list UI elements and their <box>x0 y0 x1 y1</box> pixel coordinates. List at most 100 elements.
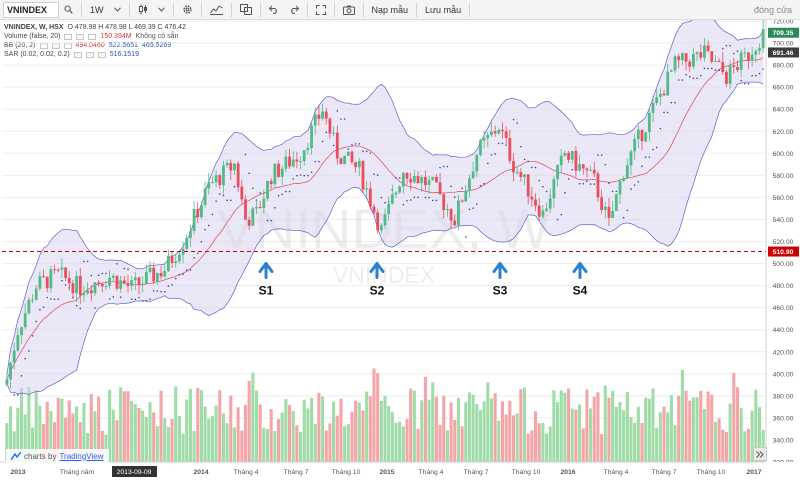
volume-bar <box>155 426 159 462</box>
candle-body <box>611 210 615 219</box>
candle-body <box>761 28 765 49</box>
volume-bar <box>702 408 706 462</box>
candle-body <box>5 379 9 385</box>
candle-body <box>350 151 354 163</box>
candle-body <box>108 277 112 286</box>
sar-dot <box>222 194 225 197</box>
candle-body <box>31 299 34 301</box>
volume-bar <box>302 399 306 462</box>
volume-bar <box>504 414 508 462</box>
volume-bar <box>706 391 710 462</box>
compare-icon[interactable] <box>235 2 257 18</box>
candle-body <box>354 162 358 168</box>
time-axis-label: 2015 <box>379 469 394 476</box>
settings-gear-icon[interactable] <box>177 2 198 18</box>
price-chart[interactable]: VNINDEX, WVNINDEXS1S2S3S4320.00340.00360… <box>0 16 800 481</box>
volume-bar <box>743 431 747 462</box>
volume-bar <box>497 420 501 462</box>
sar-dot <box>409 199 412 201</box>
candle-body <box>49 269 53 289</box>
symbol-search-icon[interactable] <box>59 2 78 18</box>
sar-dot <box>707 67 709 70</box>
indicators-icon[interactable] <box>205 2 228 18</box>
volume-bar <box>589 408 593 462</box>
candle-body <box>603 206 607 211</box>
scroll-to-realtime-button[interactable] <box>753 447 767 461</box>
candle-body <box>368 188 372 207</box>
sar-dot <box>688 76 691 78</box>
volume-bar <box>192 430 196 462</box>
candle-body <box>339 158 343 165</box>
sar-dot <box>762 68 764 70</box>
candle-body <box>680 53 684 61</box>
candle-body <box>38 276 42 289</box>
sar-dot <box>174 277 177 280</box>
candle-body <box>159 272 163 277</box>
tradingview-credit[interactable]: charts by TradingView <box>6 449 109 463</box>
candle-style-icon[interactable] <box>133 2 153 18</box>
volume-bar <box>420 400 424 462</box>
fullscreen-icon[interactable] <box>311 2 331 18</box>
chevron-down-icon[interactable] <box>109 2 126 18</box>
chevron-down-icon[interactable] <box>153 2 170 18</box>
candle-body <box>493 131 497 134</box>
volume-bar <box>130 400 134 462</box>
volume-bar <box>629 417 633 462</box>
sar-dot <box>97 274 100 277</box>
volume-bar <box>390 412 394 462</box>
volume-bar <box>284 399 288 462</box>
sar-dot <box>163 290 166 293</box>
sar-dot <box>108 298 111 300</box>
volume-bar <box>640 423 644 462</box>
price-axis-tick: 600.00 <box>773 151 794 158</box>
sar-dot <box>193 257 195 259</box>
sar-dot <box>710 67 713 70</box>
load-template-button[interactable]: Nạp mẫu <box>367 2 414 18</box>
candle-body <box>218 175 222 186</box>
candle-body <box>526 174 530 197</box>
volume-bar <box>394 422 398 462</box>
volume-bar <box>746 428 751 462</box>
chart-area[interactable]: VNINDEX, WVNINDEXS1S2S3S4320.00340.00360… <box>0 16 800 481</box>
sar-dot <box>446 165 449 168</box>
sar-dot <box>527 160 529 163</box>
volume-bar <box>221 413 225 462</box>
volume-bar <box>456 397 460 462</box>
candle-body <box>435 176 438 183</box>
candle-body <box>578 164 581 171</box>
save-template-button[interactable]: Lưu mẫu <box>420 2 466 18</box>
toolbar-divider <box>172 2 174 17</box>
candle-body <box>739 52 743 71</box>
price-axis-tick: 560.00 <box>773 195 794 202</box>
price-axis-tick: 380.00 <box>773 393 794 400</box>
candle-body <box>273 163 277 185</box>
volume-bar <box>563 392 567 462</box>
candle-body <box>229 162 233 171</box>
candle-body <box>310 125 313 148</box>
volume-bar <box>467 392 471 462</box>
candle-body <box>732 65 736 67</box>
candle-body <box>313 114 317 126</box>
camera-icon[interactable] <box>338 2 360 18</box>
candle-body <box>372 206 376 213</box>
candle-body <box>534 199 537 206</box>
sar-dot <box>347 148 350 150</box>
support-label: S4 <box>573 284 588 298</box>
candle-body <box>200 205 203 218</box>
symbol-input[interactable]: VNINDEX <box>3 1 59 18</box>
credit-brand-link[interactable]: TradingView <box>59 452 103 461</box>
volume-bar <box>174 386 178 462</box>
volume-bar <box>199 390 203 462</box>
redo-icon[interactable] <box>284 2 304 18</box>
undo-icon[interactable] <box>264 2 284 18</box>
candle-body <box>412 176 416 183</box>
volume-bar <box>203 406 207 462</box>
candle-body <box>758 48 761 51</box>
sar-dot <box>571 168 574 171</box>
sar-dot <box>490 154 493 156</box>
interval-button[interactable]: 1W <box>85 2 109 18</box>
volume-bar <box>225 423 229 462</box>
volume-bar <box>482 401 486 462</box>
volume-bar <box>240 430 244 462</box>
volume-bar <box>328 423 332 462</box>
